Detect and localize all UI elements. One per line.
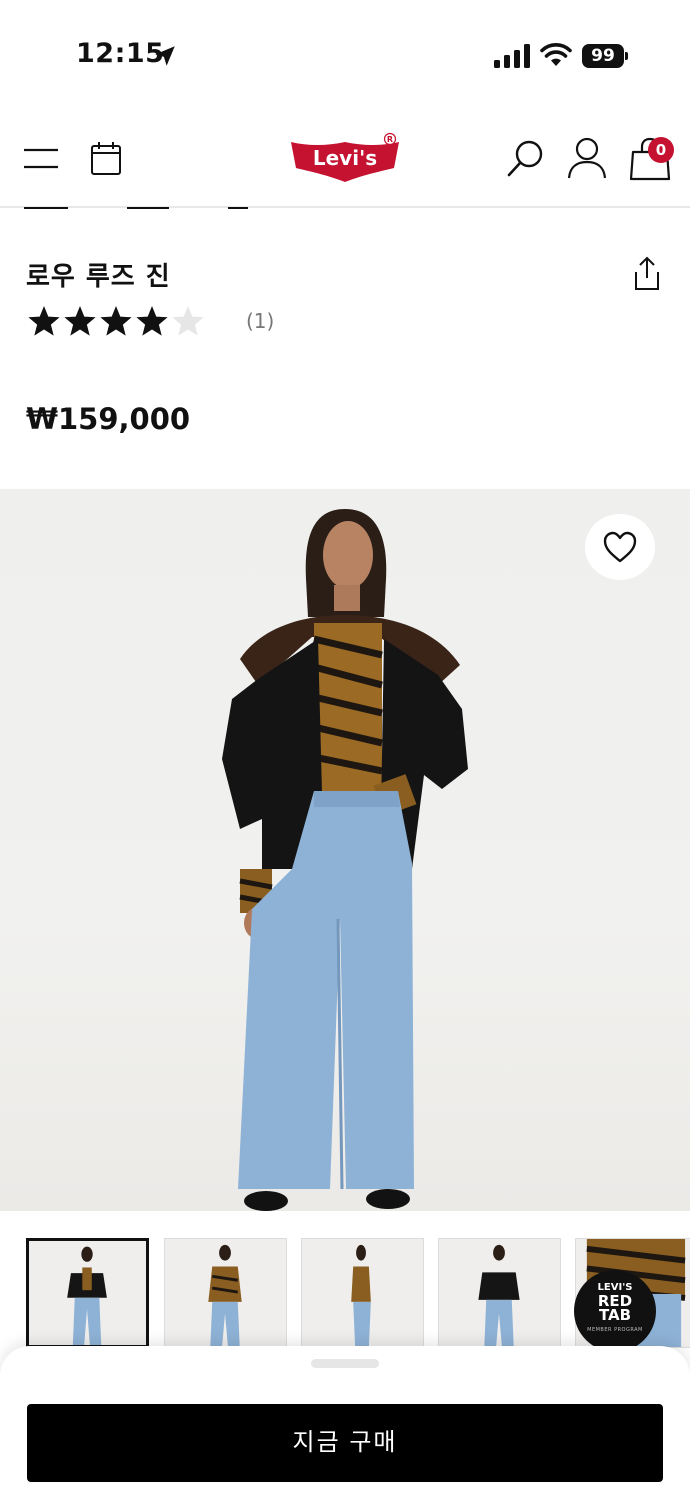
- tab-underline: [127, 207, 169, 209]
- cellular-signal-icon: [494, 44, 530, 68]
- review-count[interactable]: (1): [246, 309, 274, 333]
- battery-indicator: 99: [582, 44, 628, 68]
- svg-text:R: R: [387, 135, 393, 144]
- battery-tip: [625, 52, 628, 60]
- star-filled-icon: [100, 306, 132, 336]
- product-main-image[interactable]: [0, 489, 690, 1211]
- favorite-button[interactable]: [585, 514, 655, 580]
- levis-logo[interactable]: Levi's R: [288, 132, 402, 184]
- section-tabs-scrolled: [0, 207, 690, 213]
- hamburger-menu-icon[interactable]: [22, 144, 60, 174]
- red-tab-member-badge[interactable]: LEVI'S RED TAB MEMBER PROGRAM: [574, 1270, 656, 1352]
- thumbnail-image: [208, 1244, 242, 1347]
- site-header: Levi's R: [0, 110, 690, 208]
- thumbnail-1[interactable]: [26, 1238, 149, 1348]
- location-arrow-icon: [155, 46, 175, 66]
- status-bar: 12:15 99: [0, 0, 690, 110]
- rating-stars[interactable]: [26, 304, 206, 338]
- thumbnail-image: [351, 1244, 371, 1347]
- thumbnail-3[interactable]: [301, 1238, 424, 1348]
- cart-count-badge[interactable]: 0: [648, 137, 674, 163]
- product-title: 로우 루즈 진: [26, 262, 171, 292]
- thumbnail-image: [478, 1244, 520, 1347]
- wifi-icon: [540, 43, 572, 66]
- tab-underline: [24, 207, 68, 209]
- thumbnail-2[interactable]: [164, 1238, 287, 1348]
- purchase-bottom-sheet: 지금 구매: [0, 1346, 690, 1500]
- calendar-icon[interactable]: [90, 140, 122, 176]
- logo-text: Levi's: [313, 146, 377, 170]
- star-filled-icon: [136, 306, 168, 336]
- buy-now-button[interactable]: 지금 구매: [27, 1404, 663, 1482]
- share-icon[interactable]: [632, 256, 662, 292]
- search-icon[interactable]: [506, 138, 546, 178]
- battery-level: 99: [582, 44, 624, 68]
- thumbnail-4[interactable]: [438, 1238, 561, 1348]
- star-filled-icon: [64, 306, 96, 336]
- account-icon[interactable]: [566, 136, 608, 180]
- sheet-drag-handle[interactable]: [311, 1359, 379, 1368]
- red-tab-line2: TAB: [598, 1306, 632, 1324]
- tab-underline: [228, 207, 248, 209]
- red-tab-subtitle: MEMBER PROGRAM: [587, 1327, 643, 1333]
- heart-icon: [603, 531, 637, 563]
- star-empty-icon: [172, 306, 204, 336]
- thumbnail-image: [67, 1246, 107, 1345]
- star-filled-icon: [28, 306, 60, 336]
- product-price: ₩159,000: [26, 402, 191, 436]
